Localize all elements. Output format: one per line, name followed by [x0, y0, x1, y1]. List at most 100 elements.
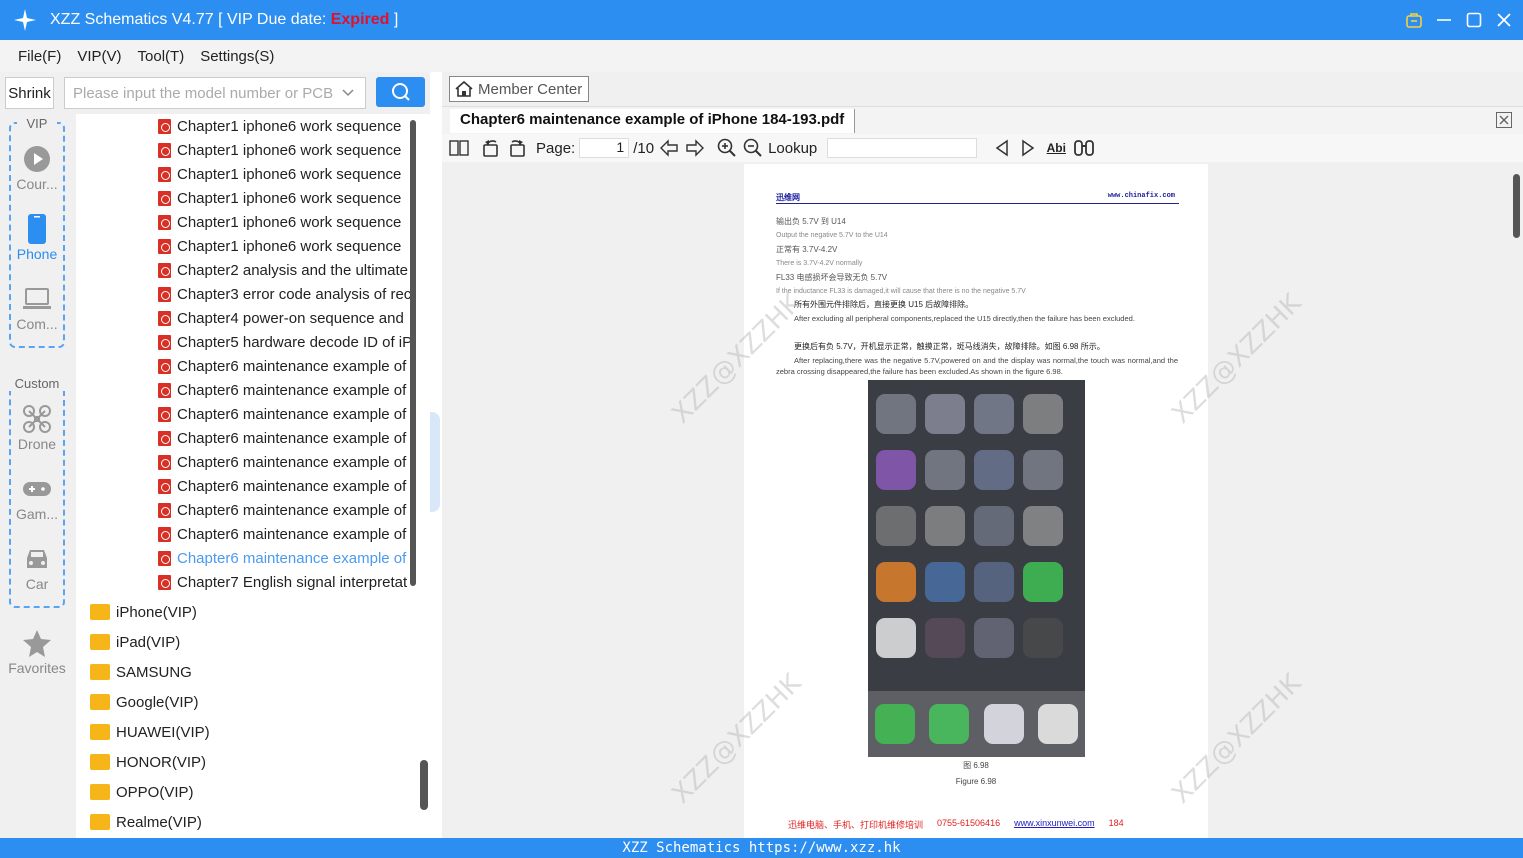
binoculars-icon[interactable] — [1073, 137, 1095, 159]
member-center-button[interactable]: Member Center — [449, 76, 589, 102]
file-item[interactable]: Chapter7 English signal interpretat — [76, 570, 416, 592]
collapse-handle[interactable] — [430, 412, 440, 512]
folder-item[interactable]: Google(VIP) — [76, 687, 416, 717]
next-page-icon[interactable] — [684, 137, 706, 159]
page-number-input[interactable]: 1 — [579, 138, 630, 158]
phone-icon — [0, 212, 74, 246]
viewer-scrollbar[interactable] — [1510, 164, 1523, 838]
menu-file[interactable]: File(F) — [18, 48, 61, 65]
file-item[interactable]: Chapter4 power-on sequence and — [76, 306, 416, 330]
minimize-icon[interactable] — [1435, 11, 1453, 29]
pdf-viewer[interactable]: 迅维网 www.chinafix.com 输出负 5.7V 到 U14 Outp… — [442, 164, 1510, 838]
find-prev-icon[interactable] — [991, 137, 1013, 159]
zoom-in-icon[interactable] — [716, 137, 738, 159]
file-item[interactable]: Chapter6 maintenance example of — [76, 450, 416, 474]
file-item[interactable]: Chapter6 maintenance example of — [76, 498, 416, 522]
file-item[interactable]: Chapter6 maintenance example of — [76, 546, 416, 570]
page-total: /10 — [633, 139, 655, 157]
file-item[interactable]: Chapter1 iphone6 work sequence — [76, 138, 416, 162]
menu-tool[interactable]: Tool(T) — [138, 48, 185, 65]
pdf-icon — [158, 190, 171, 206]
file-item[interactable]: Chapter1 iphone6 work sequence — [76, 210, 416, 234]
viewer-panel: Member Center Chapter6 maintenance examp… — [442, 72, 1523, 838]
menu-settings[interactable]: Settings(S) — [200, 48, 274, 65]
chevron-down-icon[interactable] — [341, 86, 355, 104]
find-next-icon[interactable] — [1017, 137, 1039, 159]
nav-computer[interactable]: Com... — [0, 282, 74, 332]
file-list-scrollbar[interactable] — [408, 114, 418, 594]
tree-scrollbar-thumb[interactable] — [420, 760, 428, 810]
maximize-icon[interactable] — [1465, 11, 1483, 29]
close-icon[interactable] — [1495, 11, 1513, 29]
bag-icon[interactable] — [1405, 11, 1423, 29]
file-item[interactable]: Chapter5 hardware decode ID of iP — [76, 330, 416, 354]
pdf-icon — [158, 406, 171, 422]
nav-drone-label: Drone — [17, 436, 57, 452]
nav-favorites[interactable]: Favorites — [0, 626, 74, 676]
search-button[interactable] — [376, 77, 425, 107]
nav-courses[interactable]: Cour... — [0, 142, 74, 192]
scrollbar-thumb[interactable] — [410, 120, 416, 586]
file-item[interactable]: Chapter6 maintenance example of — [76, 426, 416, 450]
file-item-label: Chapter3 error code analysis of rec — [177, 285, 412, 303]
footer-page: 184 — [1108, 818, 1124, 828]
close-tab-icon[interactable] — [1495, 111, 1513, 132]
figure-phone-screenshot — [868, 380, 1085, 757]
match-case-button[interactable]: Abi — [1043, 137, 1069, 159]
nav-game[interactable]: Gam... — [0, 472, 74, 522]
menu-vip[interactable]: VIP(V) — [77, 48, 121, 65]
lookup-label: Lookup — [768, 139, 818, 157]
file-item[interactable]: Chapter6 maintenance example of — [76, 378, 416, 402]
home-icon — [455, 80, 473, 97]
gamepad-icon — [0, 472, 74, 506]
search-input[interactable]: Please input the model number or PCB — [64, 77, 366, 109]
viewer-scrollbar-thumb[interactable] — [1513, 174, 1520, 238]
lookup-input[interactable] — [827, 138, 978, 158]
pdf-icon — [158, 118, 171, 134]
nav-phone-label: Phone — [16, 246, 58, 262]
folder-item[interactable]: Realme(VIP) — [76, 807, 416, 837]
folder-item[interactable]: SAMSUNG — [76, 657, 416, 687]
custom-group-title: Custom — [9, 376, 65, 391]
panel-splitter[interactable] — [430, 72, 442, 838]
file-item[interactable]: Chapter1 iphone6 work sequence — [76, 114, 416, 138]
file-item[interactable]: Chapter1 iphone6 work sequence — [76, 234, 416, 258]
folder-item[interactable]: iPad(VIP) — [76, 627, 416, 657]
file-item[interactable]: Chapter1 iphone6 work sequence — [76, 162, 416, 186]
folder-item-label: HUAWEI(VIP) — [116, 723, 210, 741]
file-item[interactable]: Chapter6 maintenance example of — [76, 474, 416, 498]
folder-item[interactable]: HUAWEI(VIP) — [76, 717, 416, 747]
folder-icon — [90, 634, 110, 650]
rotate-left-icon[interactable] — [480, 137, 502, 159]
tab-document[interactable]: Chapter6 maintenance example of iPhone 1… — [450, 109, 856, 133]
file-item[interactable]: Chapter6 maintenance example of — [76, 522, 416, 546]
folder-item[interactable]: iPhone(VIP) — [76, 597, 416, 627]
file-tree: Chapter1 iphone6 work sequence Chapter1 i… — [76, 114, 430, 838]
car-icon — [0, 542, 74, 576]
folder-item[interactable]: OPPO(VIP) — [76, 777, 416, 807]
folder-icon — [90, 724, 110, 740]
nav-car[interactable]: Car — [0, 542, 74, 592]
file-item[interactable]: Chapter6 maintenance example of — [76, 354, 416, 378]
nav-courses-label: Cour... — [16, 176, 58, 192]
zoom-out-icon[interactable] — [742, 137, 764, 159]
footer-url[interactable]: www.xinxunwei.com — [1014, 818, 1095, 831]
file-item[interactable]: Chapter6 maintenance example of — [76, 402, 416, 426]
file-item-label: Chapter1 iphone6 work sequence — [177, 165, 402, 183]
two-page-icon[interactable] — [448, 137, 470, 159]
nav-phone[interactable]: Phone — [0, 212, 74, 262]
header-right: www.chinafix.com — [1107, 192, 1175, 200]
file-item[interactable]: Chapter2 analysis and the ultimate — [76, 258, 416, 282]
shrink-button[interactable]: Shrink — [5, 77, 54, 109]
rotate-right-icon[interactable] — [506, 137, 528, 159]
file-item[interactable]: Chapter1 iphone6 work sequence — [76, 186, 416, 210]
folder-item-label: Realme(VIP) — [116, 813, 202, 831]
file-item[interactable]: Chapter3 error code analysis of rec — [76, 282, 416, 306]
folder-icon — [90, 754, 110, 770]
folder-item[interactable]: HONOR(VIP) — [76, 747, 416, 777]
pdf-toolbar: Page: 1 /10 Lookup Abi — [442, 134, 1523, 162]
document-tabs: Chapter6 maintenance example of iPhone 1… — [442, 106, 1523, 134]
folder-item-label: HONOR(VIP) — [116, 753, 206, 771]
nav-drone[interactable]: Drone — [0, 402, 74, 452]
prev-page-icon[interactable] — [658, 137, 680, 159]
